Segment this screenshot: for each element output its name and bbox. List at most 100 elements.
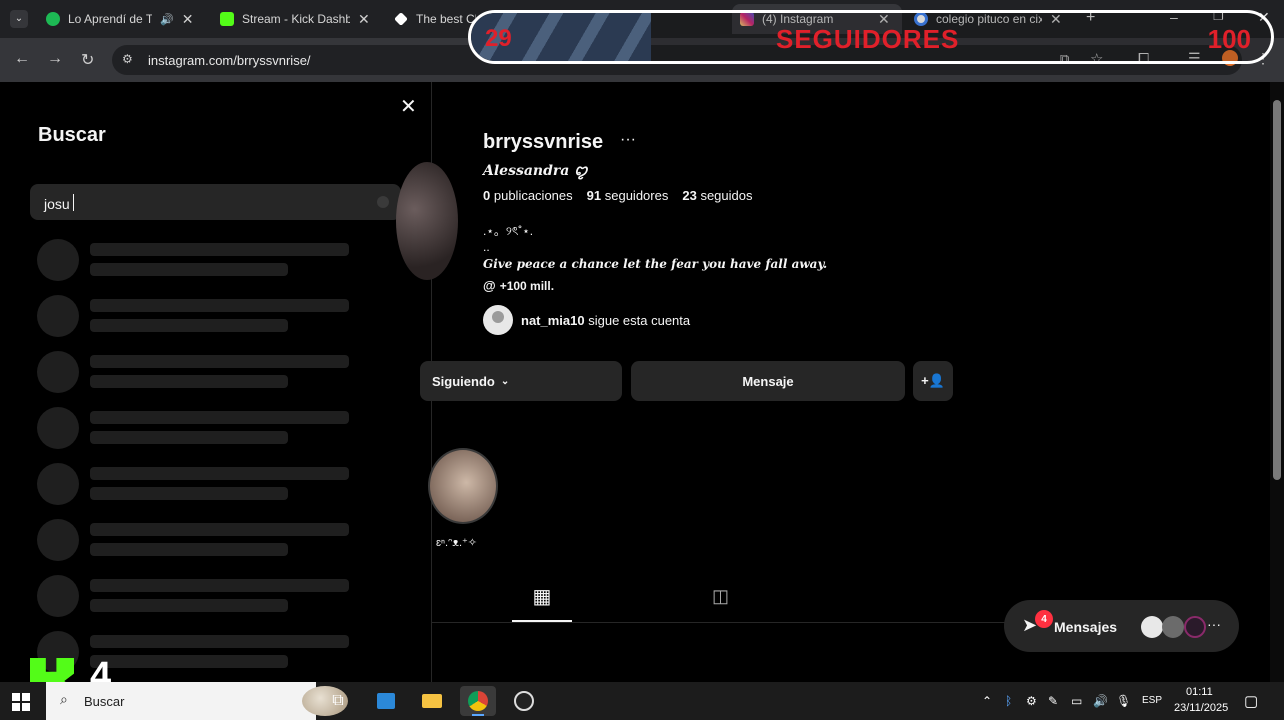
task-view-icon[interactable]: ⧉ <box>320 686 356 716</box>
microsoft-store-icon[interactable] <box>368 686 404 716</box>
threads-link[interactable]: @ +100 mill. <box>483 278 554 293</box>
more-options-icon[interactable]: ··· <box>620 131 636 149</box>
message-button[interactable]: Mensaje <box>631 361 905 401</box>
profile-full-name: 𝑨𝒍𝒆𝒔𝒔𝒂𝒏𝒅𝒓𝒂 ꨄ︎ <box>483 163 588 179</box>
search-result-skeleton <box>37 351 357 395</box>
site-info-icon[interactable]: ⚙ <box>122 52 133 66</box>
clear-search-icon[interactable] <box>377 196 389 208</box>
skeleton-line <box>90 655 288 668</box>
skeleton-line <box>90 635 349 648</box>
clock-date[interactable]: 23/11/2025 <box>1174 702 1228 714</box>
scrollbar-thumb[interactable] <box>1273 100 1281 480</box>
search-input[interactable]: josu <box>30 184 401 220</box>
bio-line: .. <box>483 240 490 254</box>
page-scrollbar[interactable] <box>1270 82 1284 682</box>
profile-avatar[interactable] <box>396 162 458 280</box>
back-icon[interactable]: ← <box>14 50 30 68</box>
tray-overflow-icon[interactable]: ⌃ <box>982 694 992 708</box>
add-person-icon: +👤 <box>921 373 945 388</box>
spotify-icon <box>46 12 60 26</box>
windows-start-icon[interactable] <box>12 693 30 711</box>
profile-stats: 0 publicaciones 91 seguidores 23 seguido… <box>483 188 752 203</box>
skeleton-line <box>90 411 349 424</box>
skeleton-line <box>90 243 349 256</box>
forward-icon[interactable]: → <box>47 50 63 68</box>
following-button-label: Siguiendo <box>432 373 495 389</box>
network-icon[interactable]: ▭ <box>1071 694 1082 708</box>
obs-icon[interactable] <box>506 686 542 716</box>
followers-stat[interactable]: 91 seguidores <box>587 188 669 203</box>
skeleton-line <box>90 599 288 612</box>
follower-goal-target: 100 <box>1207 24 1251 54</box>
skeleton-avatar <box>37 519 79 561</box>
profile-username: brryssvnrise <box>483 131 604 153</box>
windows-taskbar: ⌕ Buscar ⧉ ⌃ ᛒ ⚙ ✎ ▭ 🔊 🎙 ESP 01:11 23/11… <box>0 682 1284 720</box>
tab-tagged[interactable]: ◫ <box>712 586 729 607</box>
chrome-icon[interactable] <box>460 686 496 716</box>
threads-count: +100 mill. <box>499 278 555 293</box>
search-panel: ✕ Buscar josu <box>0 82 432 682</box>
skeleton-avatar <box>37 239 79 281</box>
bio-line: .⋆。୨ৎ˚⋆. <box>483 224 534 238</box>
bluetooth-icon[interactable]: ᛒ <box>1005 694 1012 708</box>
tab-kick[interactable]: Stream - Kick Dashbo ✕ <box>212 4 378 34</box>
skeleton-line <box>90 355 349 368</box>
volume-icon[interactable]: 🔊 <box>1093 694 1108 708</box>
clock-time[interactable]: 01:11 <box>1186 686 1213 698</box>
followed-by-text: sigue esta cuenta <box>588 312 691 328</box>
tab-posts[interactable]: ▦ <box>512 584 572 622</box>
skeleton-line <box>90 263 288 276</box>
close-tab-icon[interactable]: ✕ <box>182 11 194 28</box>
tab-search-dropdown-icon[interactable]: ⌄ <box>10 10 28 28</box>
chevron-down-icon: ⌄ <box>500 375 510 387</box>
taskbar-search-label: Buscar <box>84 694 125 709</box>
file-explorer-icon[interactable] <box>414 686 450 716</box>
tab-spotify[interactable]: Lo Aprendí de Ti 🔊 ✕ <box>38 4 201 34</box>
tray-app-icon[interactable]: ⚙ <box>1026 694 1037 708</box>
suggest-people-button[interactable]: +👤 <box>913 361 953 401</box>
kick-icon <box>220 12 234 26</box>
search-result-skeleton <box>37 463 357 507</box>
skeleton-line <box>90 375 288 388</box>
notifications-icon[interactable]: ▢ <box>1244 692 1258 710</box>
text-caret <box>73 194 74 211</box>
taskbar-search[interactable]: ⌕ Buscar <box>46 682 348 720</box>
posts-stat: 0 publicaciones <box>483 188 573 203</box>
story-highlight[interactable] <box>428 448 498 524</box>
following-stat[interactable]: 23 seguidos <box>682 188 752 203</box>
grid-icon: ▦ <box>532 586 552 608</box>
language-indicator[interactable]: ESP <box>1142 695 1162 706</box>
skeleton-avatar <box>37 295 79 337</box>
speaker-icon[interactable]: 🔊 <box>160 13 174 26</box>
skeleton-line <box>90 543 288 556</box>
microphone-icon[interactable]: 🎙 <box>1116 694 1131 708</box>
message-button-label: Mensaje <box>742 373 794 389</box>
followed-by[interactable]: nat_mia10 sigue esta cuenta <box>483 305 690 335</box>
search-result-skeleton <box>37 239 357 283</box>
bio-quote: Give peace a chance let the fear you hav… <box>483 257 828 271</box>
search-result-skeleton <box>37 295 357 339</box>
skeleton-line <box>90 487 288 500</box>
more-options-icon: ··· <box>1207 616 1221 632</box>
close-icon[interactable]: ✕ <box>400 94 417 119</box>
skeleton-line <box>90 431 288 444</box>
reload-icon[interactable]: ↻ <box>81 50 94 70</box>
story-highlight-label: ɛⁿ.ᵔᴥ.⁺✧ <box>436 537 478 549</box>
tab-title: Stream - Kick Dashbo <box>242 12 350 26</box>
followed-by-username: nat_mia10 <box>521 312 585 328</box>
skeleton-line <box>90 467 349 480</box>
following-button[interactable]: Siguiendo ⌄ <box>420 361 622 401</box>
avatar <box>1184 616 1206 638</box>
avatar <box>483 305 513 335</box>
messages-button[interactable]: ➤ 4 Mensajes ··· <box>1004 600 1239 652</box>
avatar <box>1162 616 1184 638</box>
tray-app-icon[interactable]: ✎ <box>1048 694 1058 708</box>
search-result-skeleton <box>37 575 357 619</box>
follower-goal-overlay: 29 SEGUIDORES 100 <box>468 10 1274 64</box>
tab-title: The best Ch <box>416 12 476 26</box>
follower-goal-label: SEGUIDORES <box>776 24 960 54</box>
skeleton-avatar <box>37 575 79 617</box>
close-tab-icon[interactable]: ✕ <box>358 11 370 28</box>
avatar <box>1141 616 1163 638</box>
search-title: Buscar <box>38 124 106 146</box>
